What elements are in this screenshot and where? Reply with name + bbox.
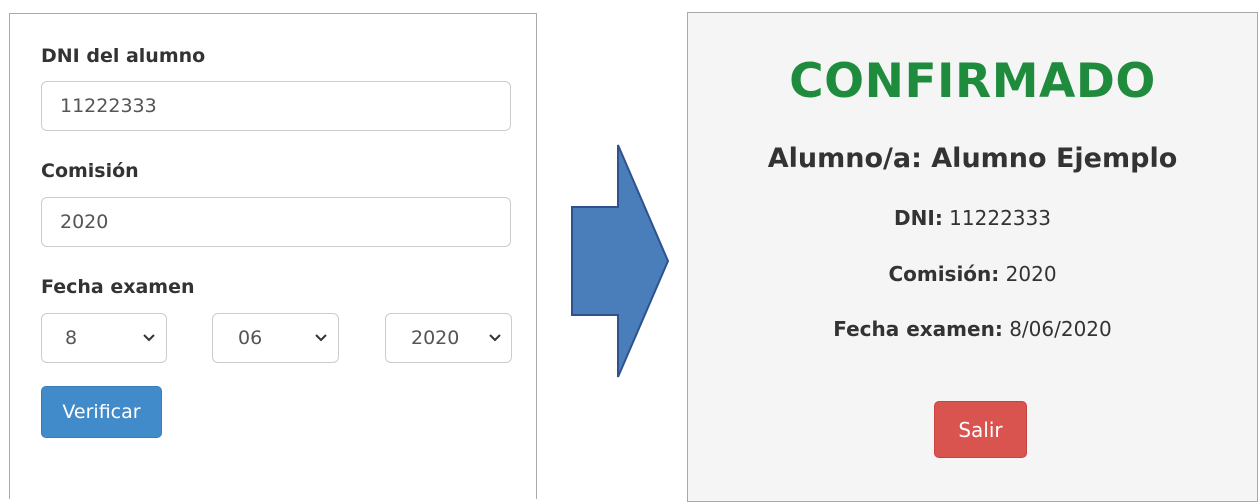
detail-fecha: Fecha examen: 8/06/2020	[688, 317, 1257, 341]
day-select-value: 8	[65, 327, 78, 349]
detail-dni: DNI: 11222333	[688, 206, 1257, 230]
month-select-value: 06	[238, 327, 263, 349]
chevron-down-icon	[489, 334, 501, 342]
comision-input[interactable]: 2020	[41, 197, 511, 247]
verification-form: DNI del alumno 11222333 Comisión 2020 Fe…	[9, 13, 537, 499]
right-arrow-icon	[571, 144, 670, 378]
detail-fecha-value: 8/06/2020	[1009, 317, 1112, 341]
dni-input[interactable]: 11222333	[41, 81, 511, 131]
detail-comision-value: 2020	[1005, 262, 1057, 286]
detail-comision-label: Comisión:	[888, 262, 1000, 286]
day-select[interactable]: 8	[41, 313, 167, 363]
confirmation-panel: CONFIRMADO Alumno/a: Alumno Ejemplo DNI:…	[687, 12, 1258, 502]
chevron-down-icon	[143, 334, 155, 342]
comision-input-value: 2020	[60, 211, 109, 233]
dni-input-value: 11222333	[60, 95, 157, 117]
confirmation-status: CONFIRMADO	[789, 54, 1156, 109]
detail-comision: Comisión: 2020	[688, 262, 1257, 286]
year-select[interactable]: 2020	[385, 313, 512, 363]
exit-button[interactable]: Salir	[934, 401, 1027, 458]
detail-dni-value: 11222333	[949, 206, 1051, 230]
chevron-down-icon	[315, 334, 327, 342]
student-name: Alumno/a: Alumno Ejemplo	[767, 143, 1178, 174]
verify-button[interactable]: Verificar	[41, 386, 162, 438]
month-select[interactable]: 06	[212, 313, 339, 363]
detail-fecha-label: Fecha examen:	[833, 317, 1003, 341]
dni-label: DNI del alumno	[41, 45, 206, 67]
fecha-label: Fecha examen	[41, 276, 195, 298]
detail-dni-label: DNI:	[894, 206, 943, 230]
year-select-value: 2020	[411, 327, 460, 349]
comision-label: Comisión	[41, 160, 139, 182]
